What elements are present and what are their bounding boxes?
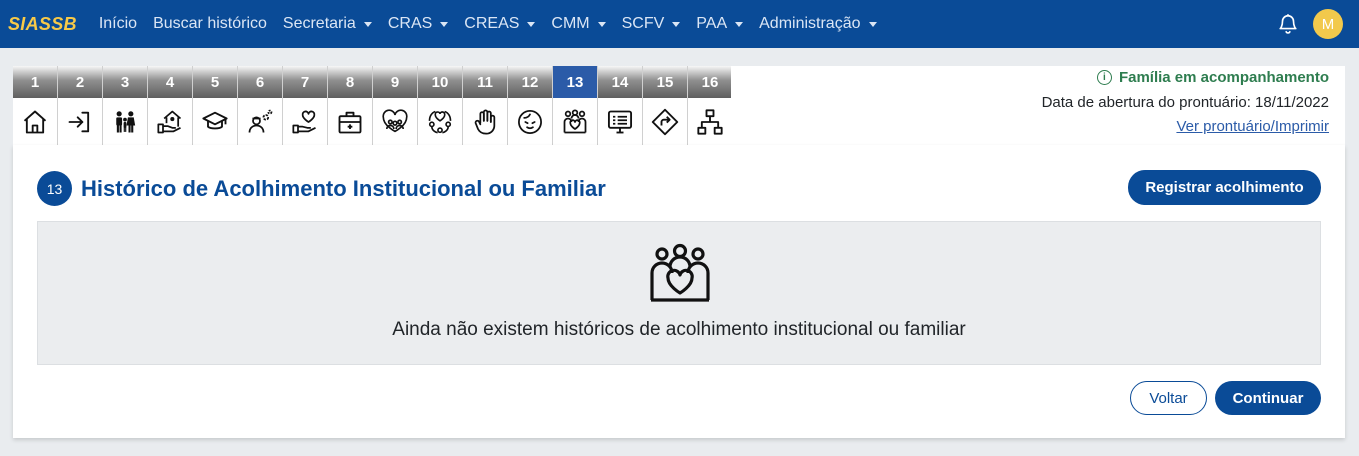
- section-header: 13 Histórico de Acolhimento Instituciona…: [37, 171, 606, 206]
- step-number: 12: [508, 66, 552, 98]
- direction-sign-icon: [651, 108, 679, 135]
- navbar-right: M: [1277, 0, 1343, 48]
- family-heart-icon: [650, 243, 710, 302]
- step-number: 15: [643, 66, 687, 98]
- caret-down-icon: [440, 22, 449, 27]
- caret-down-icon: [672, 22, 681, 27]
- step-tab-3[interactable]: 3: [103, 66, 148, 145]
- nav-scfv[interactable]: SCFV: [622, 15, 681, 33]
- nav-cmm[interactable]: CMM: [551, 15, 606, 33]
- nav-label: CRAS: [387, 15, 433, 32]
- user-avatar[interactable]: M: [1313, 9, 1343, 39]
- home-icon: [23, 110, 47, 133]
- step-number: 10: [418, 66, 462, 98]
- hand-stop-icon: [474, 109, 496, 135]
- nav-label: CMM: [551, 15, 590, 32]
- step-number: 9: [373, 66, 417, 98]
- step-tab-5[interactable]: 5: [193, 66, 238, 145]
- people-cycle-icon: [428, 110, 452, 133]
- caret-down-icon: [735, 22, 744, 27]
- family-status-text: Família em acompanhamento: [1118, 69, 1329, 86]
- step-tab-9[interactable]: 9: [373, 66, 418, 145]
- hierarchy-icon: [697, 108, 723, 135]
- step-tab-7[interactable]: 7: [283, 66, 328, 145]
- nav-buscar-historico[interactable]: Buscar histórico: [153, 15, 267, 33]
- continue-button[interactable]: Continuar: [1215, 381, 1321, 415]
- worker-gears-icon: [248, 109, 273, 133]
- step-tab-1[interactable]: 1: [13, 66, 58, 145]
- caret-down-icon: [363, 22, 372, 27]
- step-number: 6: [238, 66, 282, 98]
- nav-label: Início: [98, 15, 138, 32]
- caret-down-icon: [868, 22, 877, 27]
- top-navbar: SIASSB Início Buscar histórico Secretari…: [0, 0, 1359, 48]
- step-number: 4: [148, 66, 192, 98]
- nav-inicio[interactable]: Início: [99, 15, 137, 33]
- step-tab-10[interactable]: 10: [418, 66, 463, 145]
- register-fostering-button[interactable]: Registrar acolhimento: [1128, 170, 1321, 205]
- nav-administracao[interactable]: Administração: [759, 15, 877, 33]
- screen-list-icon: [607, 110, 633, 133]
- step-tabs: 1 2 3 4 5 6 7 8 9 10 11 12 13 14 15 16: [13, 66, 733, 145]
- nav-label: CREAS: [464, 15, 520, 32]
- nav-label: Administração: [759, 15, 861, 32]
- step-tab-13[interactable]: 13: [553, 66, 598, 145]
- step-number: 14: [598, 66, 642, 98]
- empty-state: Ainda não existem históricos de acolhime…: [37, 221, 1321, 365]
- back-button[interactable]: Voltar: [1130, 381, 1207, 415]
- step-tab-12[interactable]: 12: [508, 66, 553, 145]
- nav-label: SCFV: [621, 15, 665, 32]
- step-number: 2: [58, 66, 102, 98]
- caret-down-icon: [527, 22, 536, 27]
- family-icon: [116, 110, 136, 132]
- main-card: 13 Histórico de Acolhimento Instituciona…: [13, 145, 1345, 438]
- step-number: 11: [463, 66, 507, 98]
- sign-in-icon: [68, 111, 90, 132]
- nav-cras[interactable]: CRAS: [387, 15, 449, 33]
- step-number: 3: [103, 66, 147, 98]
- step-number: 16: [688, 66, 732, 98]
- group-heart-icon: [382, 108, 408, 132]
- house-hand-icon: [157, 110, 182, 133]
- empty-state-message: Ainda não existem históricos de acolhime…: [392, 319, 966, 340]
- view-print-record-link[interactable]: Ver prontuário/Imprimir: [1176, 118, 1329, 135]
- step-tab-15[interactable]: 15: [643, 66, 688, 145]
- step-tab-11[interactable]: 11: [463, 66, 508, 145]
- nav-label: PAA: [696, 15, 728, 32]
- info-icon: i: [1096, 70, 1112, 85]
- graduation-cap-icon: [202, 111, 228, 129]
- step-tab-6[interactable]: 6: [238, 66, 283, 145]
- step-tab-16[interactable]: 16: [688, 66, 733, 145]
- section-title: Histórico de Acolhimento Institucional o…: [81, 175, 606, 201]
- step-tab-14[interactable]: 14: [598, 66, 643, 145]
- medical-kit-icon: [338, 111, 362, 133]
- step-number: 7: [283, 66, 327, 98]
- bell-icon[interactable]: [1277, 13, 1299, 35]
- nav-label: Buscar histórico: [153, 15, 267, 32]
- family-heart-icon: [563, 108, 587, 133]
- face-icon: [518, 109, 542, 134]
- nav-creas[interactable]: CREAS: [464, 15, 536, 33]
- caret-down-icon: [597, 22, 606, 27]
- family-info-panel: i Família em acompanhamento Data de aber…: [731, 66, 1345, 145]
- step-number: 13: [553, 66, 597, 98]
- record-open-date: Data de abertura do prontuário: 18/11/20…: [1041, 94, 1329, 111]
- step-number: 8: [328, 66, 372, 98]
- step-number: 1: [13, 66, 57, 98]
- section-number-badge: 13: [37, 171, 72, 206]
- step-tab-8[interactable]: 8: [328, 66, 373, 145]
- heart-hand-icon: [292, 110, 316, 133]
- step-number: 5: [193, 66, 237, 98]
- step-tab-4[interactable]: 4: [148, 66, 193, 145]
- nav-secretaria[interactable]: Secretaria: [283, 15, 372, 33]
- step-tab-2[interactable]: 2: [58, 66, 103, 145]
- nav-label: Secretaria: [282, 15, 356, 32]
- nav-paa[interactable]: PAA: [696, 15, 744, 33]
- brand-logo[interactable]: SIASSB: [8, 14, 77, 35]
- family-status: i Família em acompanhamento: [1096, 69, 1329, 86]
